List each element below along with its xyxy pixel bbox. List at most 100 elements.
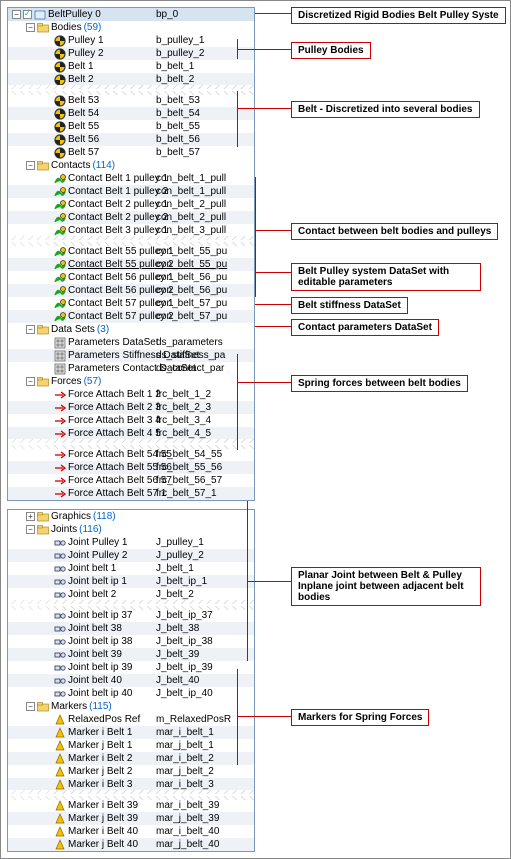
item-label: Force Attach Belt 2 3 bbox=[68, 402, 161, 413]
contact-icon bbox=[54, 173, 66, 185]
tree-item[interactable]: Belt 55b_belt_55 bbox=[8, 120, 254, 133]
tree-item[interactable]: RelaxedPos Refm_RelaxedPosR bbox=[8, 713, 254, 726]
expand-icon[interactable]: + bbox=[26, 512, 35, 521]
tree-item[interactable]: Marker j Belt 2mar_j_belt_2 bbox=[8, 765, 254, 778]
tree-item[interactable]: Contact Belt 1 pulley 2con_belt_1_pull bbox=[8, 185, 254, 198]
item-value: J_belt_2 bbox=[156, 589, 194, 600]
tree-item[interactable]: Marker j Belt 39mar_j_belt_39 bbox=[8, 812, 254, 825]
tree-item[interactable]: Joint belt ip 1J_belt_ip_1 bbox=[8, 575, 254, 588]
folder-datasets[interactable]: − Data Sets (3) bbox=[8, 323, 254, 336]
item-value: frc_belt_57_1 bbox=[156, 488, 217, 499]
marker-icon bbox=[54, 839, 66, 851]
folder-joints[interactable]: − Joints (116) bbox=[8, 523, 254, 536]
collapse-icon[interactable]: − bbox=[26, 702, 35, 711]
tree-item[interactable]: Belt 54b_belt_54 bbox=[8, 107, 254, 120]
tree-item[interactable]: Belt 56b_belt_56 bbox=[8, 133, 254, 146]
item-value: J_belt_ip_40 bbox=[156, 688, 213, 699]
contact-icon bbox=[54, 199, 66, 211]
folder-contacts[interactable]: − Contacts (114) bbox=[8, 159, 254, 172]
item-label: Belt 1 bbox=[68, 61, 94, 72]
body-icon bbox=[54, 95, 66, 107]
contact-icon bbox=[54, 272, 66, 284]
tree-item[interactable]: Joint belt ip 39J_belt_ip_39 bbox=[8, 661, 254, 674]
tree-item[interactable]: Force Attach Belt 56 57frc_belt_56_57 bbox=[8, 474, 254, 487]
item-value: J_belt_39 bbox=[156, 649, 199, 660]
graphics-label: Graphics bbox=[51, 511, 91, 522]
tree-item[interactable]: Marker i Belt 1mar_i_belt_1 bbox=[8, 726, 254, 739]
annot-markers: Markers for Spring Forces bbox=[291, 709, 429, 726]
tree-item[interactable]: Force Attach Belt 55 56frc_belt_55_56 bbox=[8, 461, 254, 474]
tree-root[interactable]: − BeltPulley 0 bp_0 bbox=[8, 8, 254, 21]
tree-item[interactable]: Force Attach Belt 3 4frc_belt_3_4 bbox=[8, 414, 254, 427]
folder-markers[interactable]: − Markers (115) bbox=[8, 700, 254, 713]
tree-item[interactable]: Joint belt 39J_belt_39 bbox=[8, 648, 254, 661]
folder-icon bbox=[37, 22, 49, 34]
tree-item[interactable]: Joint belt ip 38J_belt_ip_38 bbox=[8, 635, 254, 648]
tree-item[interactable]: Joint belt ip 40J_belt_ip_40 bbox=[8, 687, 254, 700]
tree-item[interactable]: Contact Belt 55 pulley 2con_belt_55_pu bbox=[8, 258, 254, 271]
tree-item[interactable]: Joint belt 38J_belt_38 bbox=[8, 622, 254, 635]
tear-icon bbox=[8, 440, 254, 448]
tree-item[interactable]: Contact Belt 2 pulley 1con_belt_2_pull bbox=[8, 198, 254, 211]
joints-count: (116) bbox=[79, 524, 102, 535]
body-icon bbox=[54, 61, 66, 73]
collapse-icon[interactable]: − bbox=[26, 161, 35, 170]
tree-item[interactable]: Joint belt ip 37J_belt_ip_37 bbox=[8, 609, 254, 622]
tree-item[interactable]: Belt 53b_belt_53 bbox=[8, 94, 254, 107]
tree-item[interactable]: Contact Belt 56 pulley 1con_belt_56_pu bbox=[8, 271, 254, 284]
force-icon bbox=[54, 402, 66, 414]
folder-forces[interactable]: − Forces (57) bbox=[8, 375, 254, 388]
tree-item[interactable]: Force Attach Belt 2 3frc_belt_2_3 bbox=[8, 401, 254, 414]
tree-item[interactable]: Parameters DataSetds_parameters bbox=[8, 336, 254, 349]
tree-item[interactable]: Joint belt 1J_belt_1 bbox=[8, 562, 254, 575]
tree-item[interactable]: Marker j Belt 1mar_j_belt_1 bbox=[8, 739, 254, 752]
joint-icon bbox=[54, 636, 66, 648]
tree-item[interactable]: Pulley 1b_pulley_1 bbox=[8, 34, 254, 47]
collapse-icon[interactable]: − bbox=[26, 525, 35, 534]
force-icon bbox=[54, 449, 66, 461]
collapse-icon[interactable]: − bbox=[26, 23, 35, 32]
item-label: Marker i Belt 2 bbox=[68, 753, 132, 764]
tree-item[interactable]: Contact Belt 57 pulley 1con_belt_57_pu bbox=[8, 297, 254, 310]
folder-graphics[interactable]: + Graphics (118) bbox=[8, 510, 254, 523]
tree-item[interactable]: Joint belt 40J_belt_40 bbox=[8, 674, 254, 687]
tree-item[interactable]: Force Attach Belt 57 1frc_belt_57_1 bbox=[8, 487, 254, 500]
tree-item[interactable]: Joint Pulley 2J_pulley_2 bbox=[8, 549, 254, 562]
item-value: b_belt_56 bbox=[156, 134, 200, 145]
tree-item[interactable]: Contact Belt 57 pulley 2con_belt_57_pu bbox=[8, 310, 254, 323]
collapse-icon[interactable]: − bbox=[26, 325, 35, 334]
tree-item[interactable]: Belt 57b_belt_57 bbox=[8, 146, 254, 159]
item-label: Marker j Belt 1 bbox=[68, 740, 132, 751]
folder-bodies[interactable]: − Bodies (59) bbox=[8, 21, 254, 34]
body-icon bbox=[54, 108, 66, 120]
tree-item[interactable]: Force Attach Belt 54 55frc_belt_54_55 bbox=[8, 448, 254, 461]
body-icon bbox=[54, 147, 66, 159]
contact-icon bbox=[54, 246, 66, 258]
tree-item[interactable]: Parameters Stiffness DataSetds_stiffness… bbox=[8, 349, 254, 362]
marker-icon bbox=[54, 826, 66, 838]
contact-icon bbox=[54, 259, 66, 271]
tree-item[interactable]: Contact Belt 55 pulley 1con_belt_55_pu bbox=[8, 245, 254, 258]
item-label: Contact Belt 1 pulley 2 bbox=[68, 186, 168, 197]
tree-item[interactable]: Belt 1b_belt_1 bbox=[8, 60, 254, 73]
tree-item[interactable]: Contact Belt 2 pulley 2con_belt_2_pull bbox=[8, 211, 254, 224]
collapse-icon[interactable]: − bbox=[12, 10, 21, 19]
joint-icon bbox=[54, 589, 66, 601]
checkbox-icon[interactable] bbox=[23, 10, 32, 19]
item-value: mar_j_belt_40 bbox=[156, 839, 219, 850]
tree-item[interactable]: Pulley 2b_pulley_2 bbox=[8, 47, 254, 60]
force-icon bbox=[54, 488, 66, 500]
force-icon bbox=[54, 389, 66, 401]
tree-item[interactable]: Parameters Contact DataSetds_contact_par bbox=[8, 362, 254, 375]
tree-item[interactable]: Force Attach Belt 1 2frc_belt_1_2 bbox=[8, 388, 254, 401]
item-value: con_belt_55_pu bbox=[156, 246, 227, 257]
tree-item[interactable]: Marker j Belt 40mar_j_belt_40 bbox=[8, 838, 254, 851]
item-label: Parameters DataSet bbox=[68, 337, 159, 348]
tree-item[interactable]: Marker i Belt 40mar_i_belt_40 bbox=[8, 825, 254, 838]
collapse-icon[interactable]: − bbox=[26, 377, 35, 386]
tree-item[interactable]: Marker i Belt 2mar_i_belt_2 bbox=[8, 752, 254, 765]
tree-item[interactable]: Joint Pulley 1J_pulley_1 bbox=[8, 536, 254, 549]
tree-item[interactable]: Contact Belt 1 pulley 1con_belt_1_pull bbox=[8, 172, 254, 185]
folder-icon bbox=[37, 376, 49, 388]
tree-item[interactable]: Contact Belt 56 pulley 2con_belt_56_pu bbox=[8, 284, 254, 297]
